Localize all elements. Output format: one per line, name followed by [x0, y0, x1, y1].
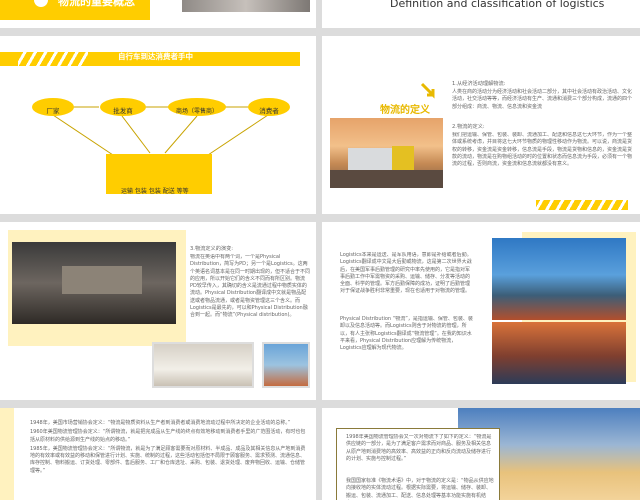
airport-photo — [12, 242, 176, 324]
bullet-2: Physical Distribution “物流”，是指运输、保管、包装、装卸… — [340, 316, 473, 351]
node-wholesaler: 批发商 — [100, 98, 146, 116]
definition-p2-title: 2.物流的定义: — [452, 124, 485, 130]
slide-1-title-left: 物流的重要概念 — [58, 0, 135, 8]
transport-collage-photo — [492, 322, 626, 384]
timeline-item: 1948年，美国市场营销协会定义：“物流是物质资料从生产者到消费者或消费地流动过… — [30, 420, 291, 426]
definition-p1-title: 1.从经济活动理解物流: — [452, 81, 506, 87]
node-consumer: 消费者 — [248, 98, 290, 116]
timeline-item: 1985年，美国物流管理协会定义：“所谓物流，就是为了满足顾客需要而对原材料、半… — [30, 445, 306, 474]
bullet-1: Logistics本来是运送、是军队用语，意即是补给或者后勤。Logistics… — [340, 252, 472, 295]
slide-1-thumbnail[interactable]: 物流的重要概念 — [0, 0, 316, 28]
definition-1998: 1998年美国物流管理协会又一次对物流下了如下的定义：“物流是供应链的一部分，是… — [346, 434, 492, 462]
slide-3-thumbnail[interactable]: 物流的定义 1.从经济活动理解物流: 人类在商的活动分为经济活动和社会活动二部分… — [322, 36, 640, 214]
node-label: 商场（零售商） — [175, 108, 218, 115]
arrow-down-right-icon — [420, 82, 435, 99]
p3-title: 3.物流定义的演变: — [190, 246, 234, 252]
definition-national-standard: 我国国家标准《物流术语》中，对于物流的定义是：“物品从供应地向接收地的实体流动过… — [346, 478, 494, 500]
node-manufacturer: 厂家 — [32, 98, 74, 116]
slide-7-thumbnail[interactable]: 1998年美国物流管理协会又一次对物流下了如下的定义：“物流是供应链的一部分，是… — [322, 408, 640, 500]
accent-strip — [0, 408, 14, 500]
node-retailer: 商场（零售商） — [168, 98, 226, 116]
node-label: 厂家 — [46, 107, 60, 115]
activities-text: 运输 包装 包装 配送 等等 — [121, 188, 189, 195]
definition-heading: 物流的定义 — [380, 105, 430, 116]
slide-6-thumbnail[interactable]: 1948年，美国市场营销协会定义：“物流是物质资料从生产者到消费者或消费地流动过… — [0, 408, 316, 500]
node-label: 消费者 — [259, 107, 279, 115]
warehouse-photo — [152, 342, 254, 388]
slide-2-thumbnail[interactable]: 自行车到达消费者手中 厂家 批发商 商场（零售商） 消费者 运输 包装 包装 配… — [0, 36, 316, 214]
node-label: 批发商 — [113, 107, 133, 115]
slide-2-header-thumbnail[interactable]: Definition and classification of logisti… — [322, 0, 640, 28]
slide-4-thumbnail[interactable]: 3.物流定义的演变: 物流在英语中有两个词，一个是Physical Distri… — [0, 222, 316, 400]
ship-photo — [262, 342, 310, 388]
timeline-item: 1960年美国物流管理协会定义：“所谓物流，就是把完成品从生产线的终点有效地移动… — [30, 429, 306, 443]
p3-body: 物流在英语中有两个词，一个是Physical Distribution，简写为P… — [190, 254, 310, 318]
definition-p1-body: 人类在商的活动分为经济活动和社会活动二部分，其中社会活动有政治活动、文化活动，社… — [452, 89, 633, 110]
port-cranes-photo — [492, 238, 626, 320]
slide-1-title-right: Definition and classification of logisti… — [390, 0, 605, 10]
slide-1-photo — [182, 0, 310, 12]
slide-5-thumbnail[interactable]: Logistics本来是运送、是军队用语，意即是补给或者后勤。Logistics… — [322, 222, 640, 400]
stripe-pattern — [536, 200, 628, 210]
definition-p2-body: 我们把运输、保管、包装、装卸、流通加工、配送和信息这七大环节，作为一个整体或系统… — [452, 132, 632, 167]
truck-photo — [330, 118, 443, 188]
